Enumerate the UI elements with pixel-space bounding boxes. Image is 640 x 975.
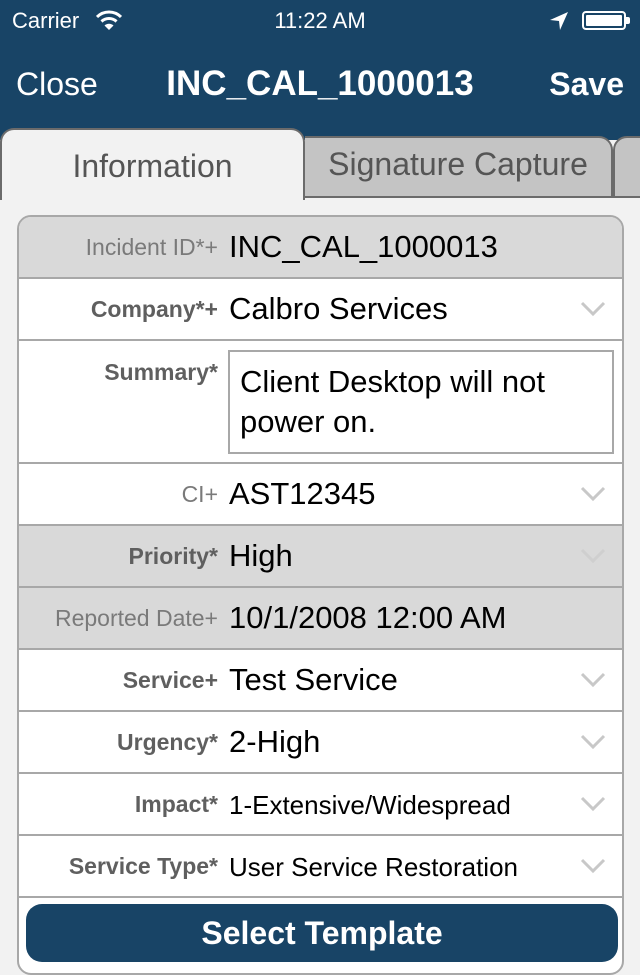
field-incident-id: Incident ID*+ INC_CAL_1000013 (19, 217, 622, 279)
field-priority: Priority* High (19, 526, 622, 588)
tab-signature-capture[interactable]: Signature Capture (305, 136, 613, 198)
field-label: CI+ (181, 481, 218, 507)
field-summary: Summary* Client Desktop will not power o… (19, 341, 622, 464)
field-label: Incident ID*+ (85, 234, 218, 260)
field-label: Impact* (134, 791, 218, 817)
field-service[interactable]: Service+ Test Service (19, 650, 622, 712)
summary-textarea[interactable]: Client Desktop will not power on. (228, 350, 614, 454)
field-label: Summary* (104, 359, 218, 385)
field-value: High (229, 538, 293, 573)
field-service-type[interactable]: Service Type* User Service Restoration (19, 836, 622, 898)
chevron-down-icon[interactable] (580, 301, 606, 317)
battery-icon (582, 11, 630, 30)
status-time: 11:22 AM (274, 8, 366, 33)
field-label: Priority* (128, 543, 218, 569)
chevron-down-icon[interactable] (580, 734, 606, 750)
field-label: Reported Date+ (54, 605, 218, 631)
chevron-down-icon[interactable] (580, 486, 606, 502)
field-impact[interactable]: Impact* 1-Extensive/Widespread (19, 774, 622, 836)
field-value: AST12345 (229, 476, 376, 511)
field-value: Calbro Services (229, 291, 448, 326)
field-label: Service Type* (68, 853, 218, 879)
incident-form: Incident ID*+ INC_CAL_1000013 Company*+ … (17, 215, 624, 975)
save-button[interactable]: Save (549, 66, 624, 103)
location-arrow-icon (550, 12, 568, 30)
field-value: Test Service (229, 662, 398, 697)
nav-bar: Close INC_CAL_1000013 Save (0, 40, 640, 128)
field-value: 1-Extensive/Widespread (229, 790, 511, 820)
field-value: User Service Restoration (229, 852, 518, 882)
tab-more[interactable] (613, 136, 640, 198)
field-value: 2-High (229, 724, 321, 759)
select-template-button[interactable]: Select Template (26, 904, 618, 962)
chevron-down-icon[interactable] (580, 672, 606, 688)
page-title: INC_CAL_1000013 (166, 64, 474, 103)
chevron-down-icon[interactable] (580, 796, 606, 812)
field-value: INC_CAL_1000013 (229, 229, 498, 264)
chevron-down-icon[interactable] (580, 858, 606, 874)
field-value: 10/1/2008 12:00 AM (229, 600, 507, 635)
field-reported-date: Reported Date+ 10/1/2008 12:00 AM (19, 588, 622, 650)
status-bar: Carrier 11:22 AM (0, 0, 640, 40)
field-urgency[interactable]: Urgency* 2-High (19, 712, 622, 774)
field-company[interactable]: Company*+ Calbro Services (19, 279, 622, 341)
tab-information[interactable]: Information (0, 128, 305, 200)
field-label: Service+ (122, 667, 218, 693)
chevron-down-icon (580, 548, 606, 564)
field-label: Urgency* (117, 729, 218, 755)
field-label: Company*+ (90, 296, 218, 322)
field-ci[interactable]: CI+ AST12345 (19, 464, 622, 526)
